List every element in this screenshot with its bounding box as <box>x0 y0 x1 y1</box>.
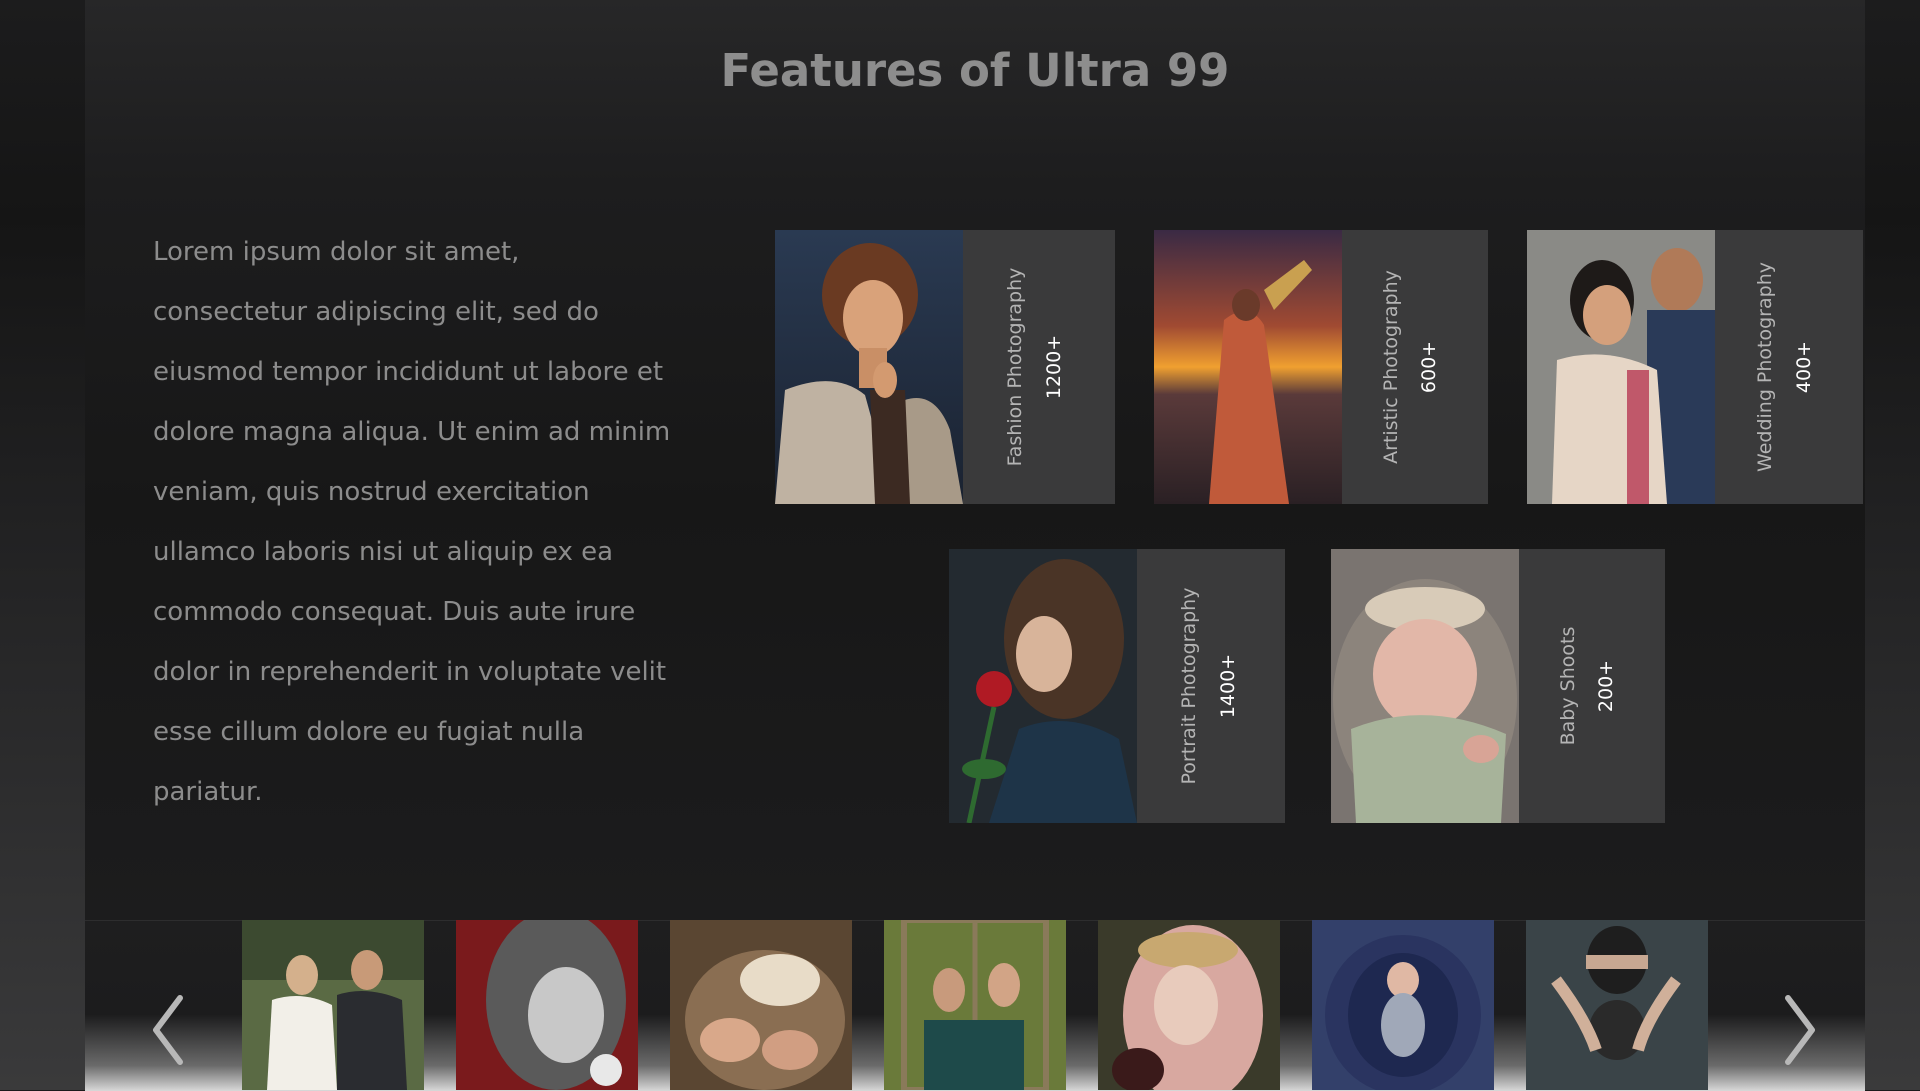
wedding-couple-thumbnail[interactable] <box>242 920 424 1090</box>
feature-meta: Portrait Photography 1400+ <box>1137 549 1285 823</box>
feature-label: Portrait Photography <box>1178 587 1200 785</box>
feature-count: 200+ <box>1595 659 1617 713</box>
sleeping-newborns-thumbnail[interactable] <box>670 920 852 1090</box>
feature-card-baby[interactable]: Baby Shoots 200+ <box>1331 549 1665 823</box>
feature-card-artistic[interactable]: Artistic Photography 600+ <box>1154 230 1488 504</box>
feature-label: Artistic Photography <box>1380 270 1402 464</box>
feature-card-portrait[interactable]: Portrait Photography 1400+ <box>949 549 1285 823</box>
feature-meta: Baby Shoots 200+ <box>1519 549 1665 823</box>
fashion-photo <box>775 230 963 504</box>
woman-red-hood-thumbnail[interactable] <box>456 920 638 1090</box>
two-women-window-thumbnail[interactable] <box>884 920 1066 1090</box>
artistic-photo <box>1154 230 1342 504</box>
background-left <box>0 0 85 1090</box>
wedding-photo <box>1527 230 1715 504</box>
chevron-left-icon[interactable] <box>148 990 188 1070</box>
crowned-woman-thumbnail[interactable] <box>1098 920 1280 1090</box>
feature-card-fashion[interactable]: Fashion Photography 1200+ <box>775 230 1115 504</box>
chevron-right-icon[interactable] <box>1780 990 1820 1070</box>
feature-count: 600+ <box>1418 340 1440 394</box>
background-right <box>1865 0 1920 1090</box>
baby-photo <box>1331 549 1519 823</box>
feature-meta: Wedding Photography 400+ <box>1715 230 1863 504</box>
feature-count: 400+ <box>1793 340 1815 394</box>
feature-card-wedding[interactable]: Wedding Photography 400+ <box>1527 230 1863 504</box>
feature-label: Wedding Photography <box>1754 262 1776 472</box>
feature-count: 1400+ <box>1217 653 1239 719</box>
description-text: Lorem ipsum dolor sit amet, consectetur … <box>153 237 671 807</box>
feature-label: Fashion Photography <box>1004 267 1026 467</box>
portrait-photo <box>949 549 1137 823</box>
feature-label: Baby Shoots <box>1557 626 1579 746</box>
feature-meta: Artistic Photography 600+ <box>1342 230 1488 504</box>
feature-count: 1200+ <box>1043 334 1065 400</box>
newborn-blue-blanket-thumbnail[interactable] <box>1312 920 1494 1090</box>
feature-meta: Fashion Photography 1200+ <box>963 230 1115 504</box>
hands-over-eyes-thumbnail[interactable] <box>1526 920 1708 1090</box>
page-title: Features of Ultra 99 <box>720 44 1230 97</box>
